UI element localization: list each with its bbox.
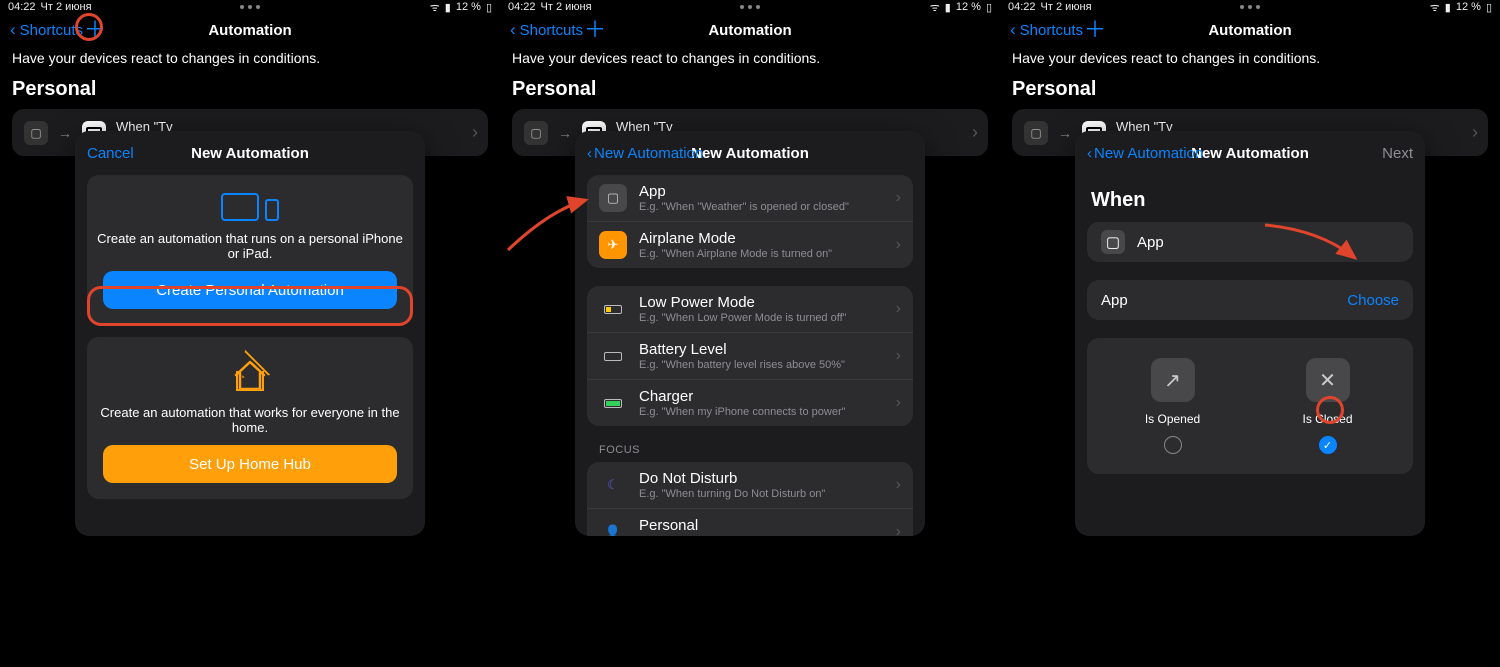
home-automation-card: Create an automation that works for ever… [87, 337, 413, 499]
is-opened-option[interactable]: ↗ Is Opened [1095, 358, 1250, 454]
page-title: Automation [208, 22, 291, 39]
trigger-low-power[interactable]: Low Power ModeE.g. "When Low Power Mode … [587, 286, 913, 333]
panel-3: 04:22Чт 2 июня ᯤ▮12 %▯ ‹Shortcuts ＋ Auto… [1000, 0, 1500, 667]
status-bar: 04:22Чт 2 июня ᯤ▮12 %▯ [1000, 0, 1500, 14]
chevron-left-icon: ‹ [10, 20, 16, 40]
app-icon: ▢ [1101, 230, 1125, 254]
trigger-app[interactable]: ▢ AppE.g. "When "Weather" is opened or c… [587, 175, 913, 222]
chevron-left-icon: ‹ [587, 145, 592, 162]
wifi-icon: ᯤ [430, 0, 440, 15]
nav-bar: ‹Shortcuts ＋ Automation [0, 14, 500, 46]
page-title: Automation [708, 22, 791, 39]
choose-app-row[interactable]: App Choose [1087, 280, 1413, 320]
back-shortcuts[interactable]: ‹Shortcuts [510, 20, 583, 40]
chevron-right-icon: › [896, 189, 901, 207]
trigger-charger[interactable]: ChargerE.g. "When my iPhone connects to … [587, 380, 913, 426]
is-closed-option[interactable]: ✕ Is Closed [1250, 358, 1405, 454]
personal-desc: Create an automation that runs on a pers… [97, 231, 403, 261]
modal-header: Cancel New Automation [75, 131, 425, 175]
person-icon: 👤 [599, 518, 627, 536]
moon-icon: ☾ [599, 471, 627, 499]
placeholder-icon: ▢ [24, 121, 48, 145]
trigger-personal-focus[interactable]: 👤 PersonalE.g. "When turning Personal on… [587, 509, 913, 536]
chevron-right-icon: › [472, 122, 478, 143]
app-icon: ▢ [599, 184, 627, 212]
home-desc: Create an automation that works for ever… [97, 405, 403, 435]
add-automation-button[interactable]: ＋ [84, 19, 106, 41]
trigger-battery-level[interactable]: Battery LevelE.g. "When battery level ri… [587, 333, 913, 380]
personal-automation-card: Create an automation that runs on a pers… [87, 175, 413, 325]
focus-label: Focus [575, 444, 925, 462]
wifi-icon: ᯤ [930, 0, 940, 15]
new-automation-modal: Cancel New Automation Create an automati… [75, 131, 425, 536]
trigger-group-focus: ☾ Do Not DisturbE.g. "When turning Do No… [587, 462, 913, 536]
nav-bar: ‹Shortcuts ＋ Automation [500, 14, 1000, 46]
arrow-icon: → [58, 125, 72, 141]
modal-title: New Automation [191, 145, 309, 162]
back-button[interactable]: ‹New Automation [1087, 145, 1203, 162]
app-label: App [1137, 234, 1164, 251]
page-subtitle: Have your devices react to changes in co… [0, 46, 500, 74]
when-header: When [1075, 175, 1425, 222]
opened-radio[interactable] [1164, 436, 1182, 454]
back-button[interactable]: ‹New Automation [587, 145, 703, 162]
closed-radio[interactable] [1319, 436, 1337, 454]
trigger-list-modal: ‹New Automation New Automation ▢ AppE.g.… [575, 131, 925, 536]
devices-icon [97, 193, 403, 221]
add-automation-button[interactable]: ＋ [584, 19, 606, 41]
low-power-icon [599, 295, 627, 323]
modal-title: New Automation [691, 145, 809, 162]
status-bar: 04:22Чт 2 июня ᯤ▮12 %▯ [500, 0, 1000, 14]
next-button[interactable]: Next [1382, 145, 1413, 162]
trigger-group-2: Low Power ModeE.g. "When Low Power Mode … [587, 286, 913, 426]
back-shortcuts[interactable]: ‹Shortcuts [10, 20, 83, 40]
battery-icon [599, 342, 627, 370]
charger-icon [599, 389, 627, 417]
trigger-airplane[interactable]: ✈ Airplane ModeE.g. "When Airplane Mode … [587, 222, 913, 268]
back-shortcuts[interactable]: ‹Shortcuts [1010, 20, 1083, 40]
home-icon [230, 355, 270, 395]
cancel-button[interactable]: Cancel [87, 145, 134, 162]
airplane-icon: ✈ [599, 231, 627, 259]
nav-bar: ‹Shortcuts ＋ Automation [1000, 14, 1500, 46]
trigger-dnd[interactable]: ☾ Do Not DisturbE.g. "When turning Do No… [587, 462, 913, 509]
panel-2: 04:22Чт 2 июня ᯤ▮12 %▯ ‹Shortcuts ＋ Auto… [500, 0, 1000, 667]
modal-title: New Automation [1191, 145, 1309, 162]
close-icon: ✕ [1306, 358, 1350, 402]
status-bar: 04:22Чт 2 июня ᯤ▮12 %▯ [0, 0, 500, 14]
choose-button[interactable]: Choose [1347, 292, 1399, 309]
create-personal-automation-button[interactable]: Create Personal Automation [103, 271, 397, 309]
open-icon: ↗ [1151, 358, 1195, 402]
setup-home-hub-button[interactable]: Set Up Home Hub [103, 445, 397, 483]
app-field-label: App [1101, 292, 1128, 309]
panel-1: 04:22Чт 2 июня ᯤ▮12 %▯ ‹Shortcuts ＋ Auto… [0, 0, 500, 667]
add-automation-button[interactable]: ＋ [1084, 19, 1106, 41]
trigger-group-1: ▢ AppE.g. "When "Weather" is opened or c… [587, 175, 913, 268]
section-header: Personal [0, 74, 500, 109]
wifi-icon: ᯤ [1430, 0, 1440, 15]
app-trigger-modal: ‹New Automation New Automation Next When… [1075, 131, 1425, 536]
open-close-toggle: ↗ Is Opened ✕ Is Closed [1087, 338, 1413, 474]
app-row: ▢ App [1087, 222, 1413, 262]
